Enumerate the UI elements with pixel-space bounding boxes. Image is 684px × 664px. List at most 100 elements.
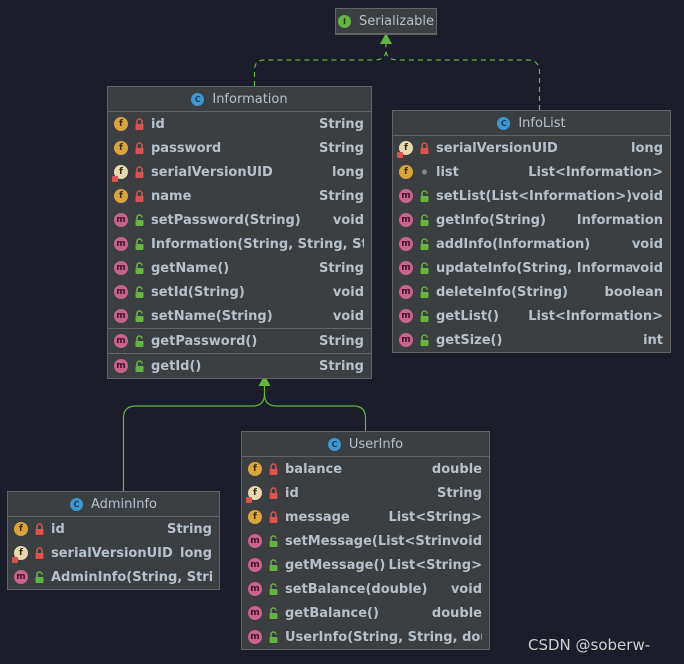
member-name: id xyxy=(151,116,165,132)
member-name: id xyxy=(51,521,65,537)
class-header[interactable]: C AdminInfo xyxy=(8,492,219,517)
method-icon: m xyxy=(399,261,413,275)
member-name: AdminInfo(String, String) xyxy=(51,569,212,585)
method-row[interactable]: m setPassword(String) void xyxy=(108,208,371,232)
method-row[interactable]: m getInfo(String) Information xyxy=(393,208,670,232)
private-lock-icon xyxy=(419,142,430,154)
class-header[interactable]: C Information xyxy=(108,87,371,112)
member-type: boolean xyxy=(604,284,663,300)
class-name: AdminInfo xyxy=(90,496,158,512)
member-name: getInfo(String) xyxy=(436,212,546,228)
member-type: void xyxy=(631,188,663,204)
field-row[interactable]: f password String xyxy=(108,136,371,160)
class-box-infolist[interactable]: C InfoList f serialVersionUID long f list List<… xyxy=(392,110,671,353)
method-row[interactable]: m setId(String) void xyxy=(108,280,371,304)
method-row[interactable]: m setBalance(double) void xyxy=(242,577,489,601)
method-row[interactable]: m getName() String xyxy=(108,256,371,280)
field-row[interactable]: f balance double xyxy=(242,457,489,481)
method-icon: m xyxy=(399,285,413,299)
member-type: List<String> xyxy=(388,557,482,573)
member-name: setList(List<Information>) xyxy=(436,188,632,204)
field-row[interactable]: f id String xyxy=(8,517,219,541)
public-lock-icon xyxy=(419,262,430,274)
method-icon: m xyxy=(399,189,413,203)
static-field-icon: f xyxy=(112,165,128,182)
method-row[interactable]: m setMessage(List<String>)void xyxy=(242,529,489,553)
field-row[interactable]: f serialVersionUID long xyxy=(393,136,670,160)
member-type: void xyxy=(450,581,482,597)
member-name: setName(String) xyxy=(151,308,273,324)
member-name: getList() xyxy=(436,308,499,324)
method-icon: m xyxy=(114,237,128,251)
method-row[interactable]: m deleteInfo(String) boolean xyxy=(393,280,670,304)
member-type: double xyxy=(431,605,482,621)
method-row[interactable]: m UserInfo(String, String, double) xyxy=(242,625,489,649)
member-name: setMessage(List<String>) xyxy=(285,533,451,549)
member-type: void xyxy=(332,284,364,300)
field-row[interactable]: f list List<Information> xyxy=(393,160,670,184)
member-name: UserInfo(String, String, double) xyxy=(285,629,482,645)
method-row[interactable]: m updateInfo(String, Information)void xyxy=(393,256,670,280)
method-row[interactable]: m getPassword() String xyxy=(108,328,371,353)
method-row[interactable]: m getBalance() double xyxy=(242,601,489,625)
method-row[interactable]: m getSize() int xyxy=(393,328,670,352)
method-row[interactable]: m addInfo(Information) void xyxy=(393,232,670,256)
member-name: serialVersionUID xyxy=(51,545,173,561)
method-icon: m xyxy=(399,309,413,323)
field-row[interactable]: f serialVersionUID long xyxy=(8,541,219,565)
class-icon: C xyxy=(497,116,511,130)
class-box-serializable[interactable]: I Serializable xyxy=(335,8,437,35)
member-name: serialVersionUID xyxy=(151,164,273,180)
class-box-information[interactable]: C Information f id String f password String f ser… xyxy=(107,86,372,379)
static-field-icon: f xyxy=(12,546,28,563)
member-type: String xyxy=(436,485,482,501)
public-lock-icon xyxy=(268,559,279,571)
member-name: setBalance(double) xyxy=(285,581,428,597)
private-lock-icon xyxy=(134,118,145,130)
class-box-userinfo[interactable]: C UserInfo f balance double f id String f message… xyxy=(241,431,490,650)
method-icon: m xyxy=(248,606,262,620)
member-name: balance xyxy=(285,461,343,477)
member-name: updateInfo(String, Information) xyxy=(436,260,632,276)
member-type: void xyxy=(631,260,663,276)
field-row[interactable]: f id String xyxy=(242,481,489,505)
method-icon: m xyxy=(114,261,128,275)
method-icon: m xyxy=(248,630,262,644)
method-icon: m xyxy=(399,213,413,227)
public-lock-icon xyxy=(134,335,145,347)
method-row[interactable]: m AdminInfo(String, String) xyxy=(8,565,219,589)
method-row[interactable]: m getId() String xyxy=(108,353,371,378)
realization-edge xyxy=(253,44,387,86)
method-icon: m xyxy=(114,334,128,348)
public-lock-icon xyxy=(134,238,145,250)
class-box-admininfo[interactable]: C AdminInfo f id String f serialVersionUID long… xyxy=(7,491,220,590)
field-row[interactable]: f serialVersionUID long xyxy=(108,160,371,184)
method-row[interactable]: m Information(String, String, String) xyxy=(108,232,371,256)
field-row[interactable]: f name String xyxy=(108,184,371,208)
member-type: void xyxy=(631,236,663,252)
method-icon: m xyxy=(114,285,128,299)
method-row[interactable]: m getMessage() List<String> xyxy=(242,553,489,577)
class-header[interactable]: I Serializable xyxy=(336,9,436,34)
interface-icon: I xyxy=(337,14,351,28)
method-row[interactable]: m setList(List<Information>) void xyxy=(393,184,670,208)
field-icon: f xyxy=(248,462,262,476)
field-row[interactable]: f id String xyxy=(108,112,371,136)
method-icon: m xyxy=(114,359,128,373)
class-header[interactable]: C UserInfo xyxy=(242,432,489,457)
field-icon: f xyxy=(114,117,128,131)
method-row[interactable]: m getList() List<Information> xyxy=(393,304,670,328)
class-header[interactable]: C InfoList xyxy=(393,111,670,136)
member-name: getName() xyxy=(151,260,230,276)
public-lock-icon xyxy=(419,238,430,250)
field-icon: f xyxy=(14,522,28,536)
method-row[interactable]: m setName(String) void xyxy=(108,304,371,328)
field-icon: f xyxy=(114,141,128,155)
member-name: list xyxy=(436,164,459,180)
method-icon: m xyxy=(248,582,262,596)
field-row[interactable]: f message List<String> xyxy=(242,505,489,529)
package-dot-icon xyxy=(419,166,430,178)
method-icon: m xyxy=(114,309,128,323)
public-lock-icon xyxy=(419,334,430,346)
member-type: void xyxy=(332,212,364,228)
